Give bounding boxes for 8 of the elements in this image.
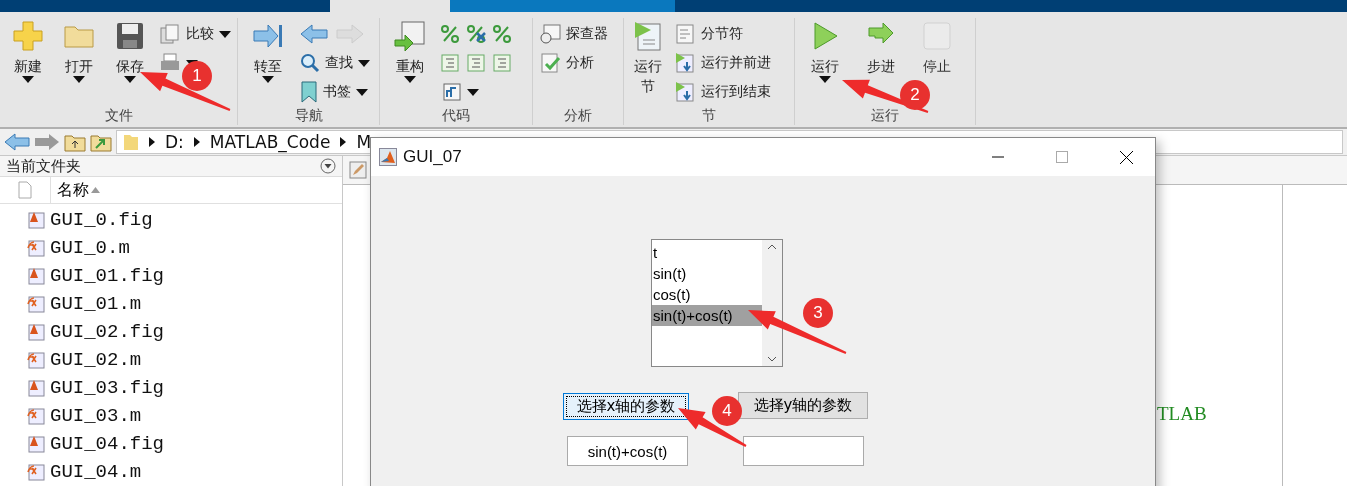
section-title: 分析: [563, 106, 593, 125]
section-title: 节: [701, 106, 717, 125]
section-title: 导航: [293, 106, 324, 125]
section-title: 代码: [441, 106, 471, 125]
section-title: 文件: [103, 106, 134, 125]
panel-title: 当前文件夹: [6, 156, 81, 176]
section-title: 运行: [870, 106, 900, 125]
code-comment: TLAB: [1157, 403, 1208, 425]
